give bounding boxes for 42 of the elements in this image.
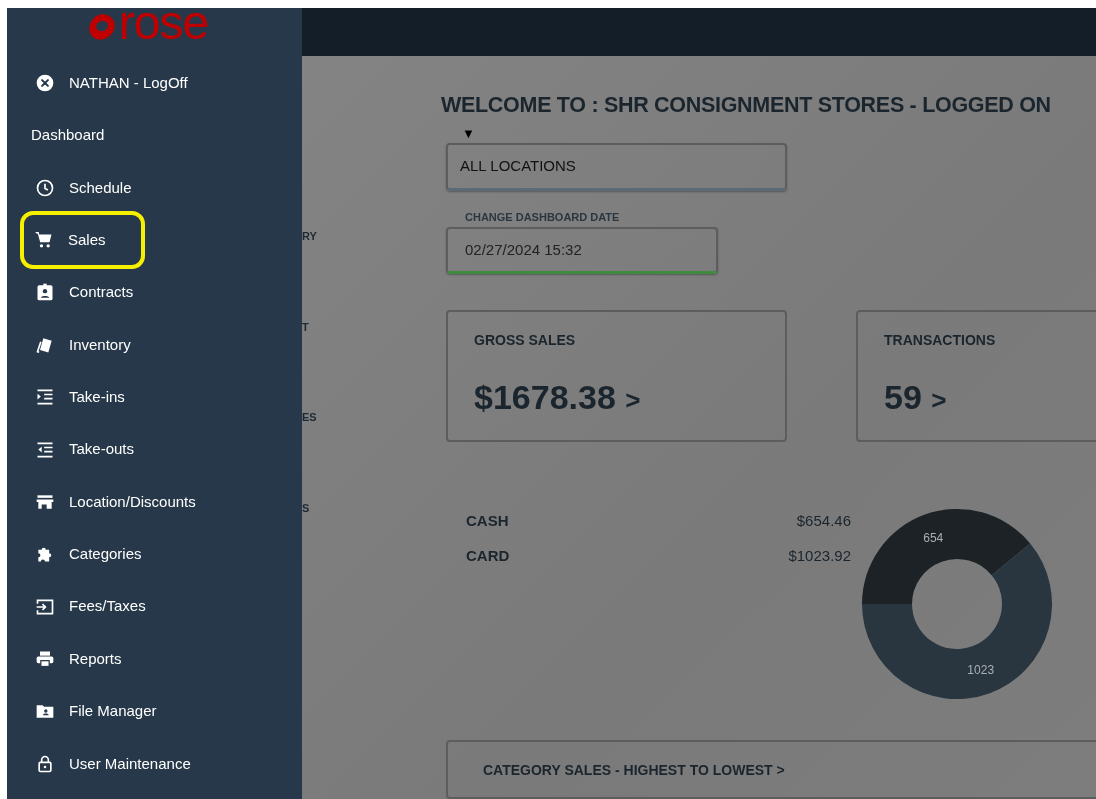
sidebar-item[interactable]: Location/Discounts	[7, 475, 302, 529]
menu-text: T	[302, 319, 310, 335]
stat-card[interactable]: GROSS SALES $1678.38 >	[446, 310, 787, 443]
card-value: $1678.38 >	[474, 379, 641, 419]
sidebar-item[interactable]: Fees/Taxes	[7, 580, 302, 633]
sidebar-item[interactable]: User Maintenance	[7, 737, 302, 791]
sidebar-item[interactable]: Categories	[7, 528, 302, 581]
payment-amount: $654.46	[796, 511, 851, 532]
sidebar-item[interactable]: Sales	[24, 215, 141, 266]
slice-label: 654	[923, 531, 944, 546]
slice-label: 1023	[967, 662, 995, 677]
clock-icon	[35, 177, 55, 198]
payment-amount: $1023.92	[788, 545, 851, 566]
card-title: GROSS SALES	[474, 331, 576, 351]
menu-text: RY	[302, 229, 318, 244]
payment-label: CARD	[466, 545, 510, 566]
stat-card[interactable]: TRANSACTIONS 59 >	[856, 310, 1096, 443]
category-sales-card[interactable]: CATEGORY SALES - HIGHEST TO LOWEST >	[446, 740, 1096, 799]
sidebar-item[interactable]: Inventory	[7, 318, 302, 371]
location-select[interactable]: ALL LOCATIONS	[446, 143, 787, 191]
menu-text: ES	[302, 410, 318, 425]
lock-icon	[35, 753, 55, 774]
sidebar-item[interactable]: Schedule	[7, 161, 302, 215]
field-label: CHANGE DASHBOARD DATE	[465, 209, 620, 225]
logo-text: rose	[118, 8, 209, 42]
payment-label: CASH	[466, 511, 509, 532]
card-value: 59 >	[884, 379, 947, 419]
menu-text: S	[302, 500, 311, 516]
page-title: WELCOME TO : SHR CONSIGNMENT STORES - LOGGED ON	[441, 93, 1052, 117]
sidebar-item[interactable]: Take-outs	[7, 423, 302, 476]
badge-icon	[35, 282, 55, 303]
close-icon	[35, 73, 55, 94]
sidebar-item[interactable]: File Manager	[7, 685, 302, 738]
dropdown-arrow[interactable]: ▼	[462, 127, 476, 141]
sidebar-item[interactable]: Take-ins	[7, 370, 302, 424]
sidebar-item[interactable]: Reports	[7, 632, 302, 686]
date-field[interactable]: 02/27/2024 15:32	[446, 227, 718, 275]
card-title: TRANSACTIONS	[884, 331, 996, 351]
sidebar-item[interactable]: Dashboard	[7, 109, 302, 162]
sidebar-item[interactable]: Contracts	[7, 266, 302, 319]
sidebar-item[interactable]: NATHAN - LogOff	[7, 57, 302, 110]
indent-icon	[35, 387, 55, 408]
